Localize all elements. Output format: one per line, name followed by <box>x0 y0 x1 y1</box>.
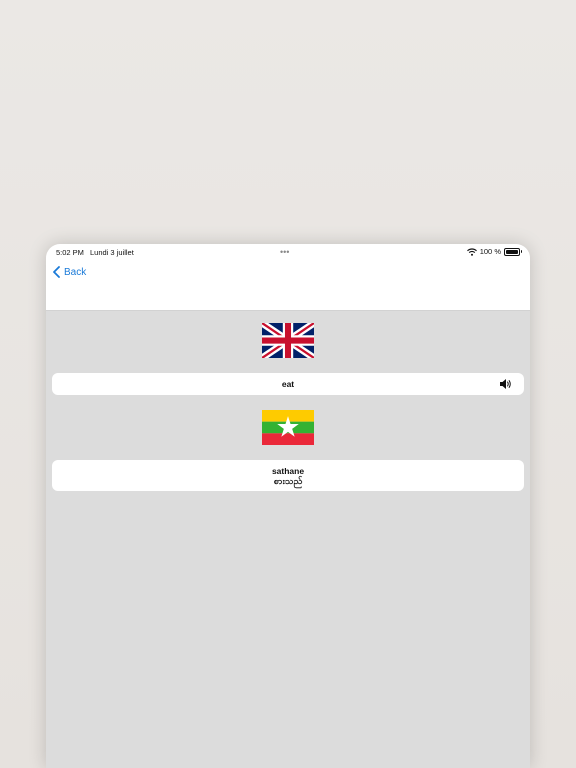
transliteration: sathane <box>271 466 305 476</box>
status-bar: 5:02 PM Lundi 3 juillet ••• 100 % <box>46 244 530 260</box>
multitasking-dots[interactable]: ••• <box>280 247 289 257</box>
source-word-card[interactable]: eat <box>52 373 524 395</box>
wifi-icon <box>466 247 477 256</box>
myanmar-flag <box>262 410 314 445</box>
chevron-left-icon <box>53 266 60 278</box>
status-time: 5:02 PM <box>56 248 84 257</box>
translation-card[interactable]: sathane စားသည် <box>52 460 524 491</box>
navigation-bar: 5:02 PM Lundi 3 juillet ••• 100 % Back <box>46 244 530 311</box>
status-date: Lundi 3 juillet <box>90 248 134 257</box>
speaker-icon[interactable] <box>499 378 512 390</box>
back-button[interactable]: Back <box>52 266 86 278</box>
app-window: 5:02 PM Lundi 3 juillet ••• 100 % Back e… <box>46 244 530 768</box>
native-word: စားသည် <box>273 476 303 486</box>
source-word: eat <box>281 379 295 389</box>
back-label: Back <box>64 266 87 278</box>
battery-percent: 100 % <box>479 247 501 256</box>
battery-icon <box>504 247 522 256</box>
status-right: 100 % <box>466 247 522 256</box>
united-kingdom-flag <box>262 323 314 358</box>
